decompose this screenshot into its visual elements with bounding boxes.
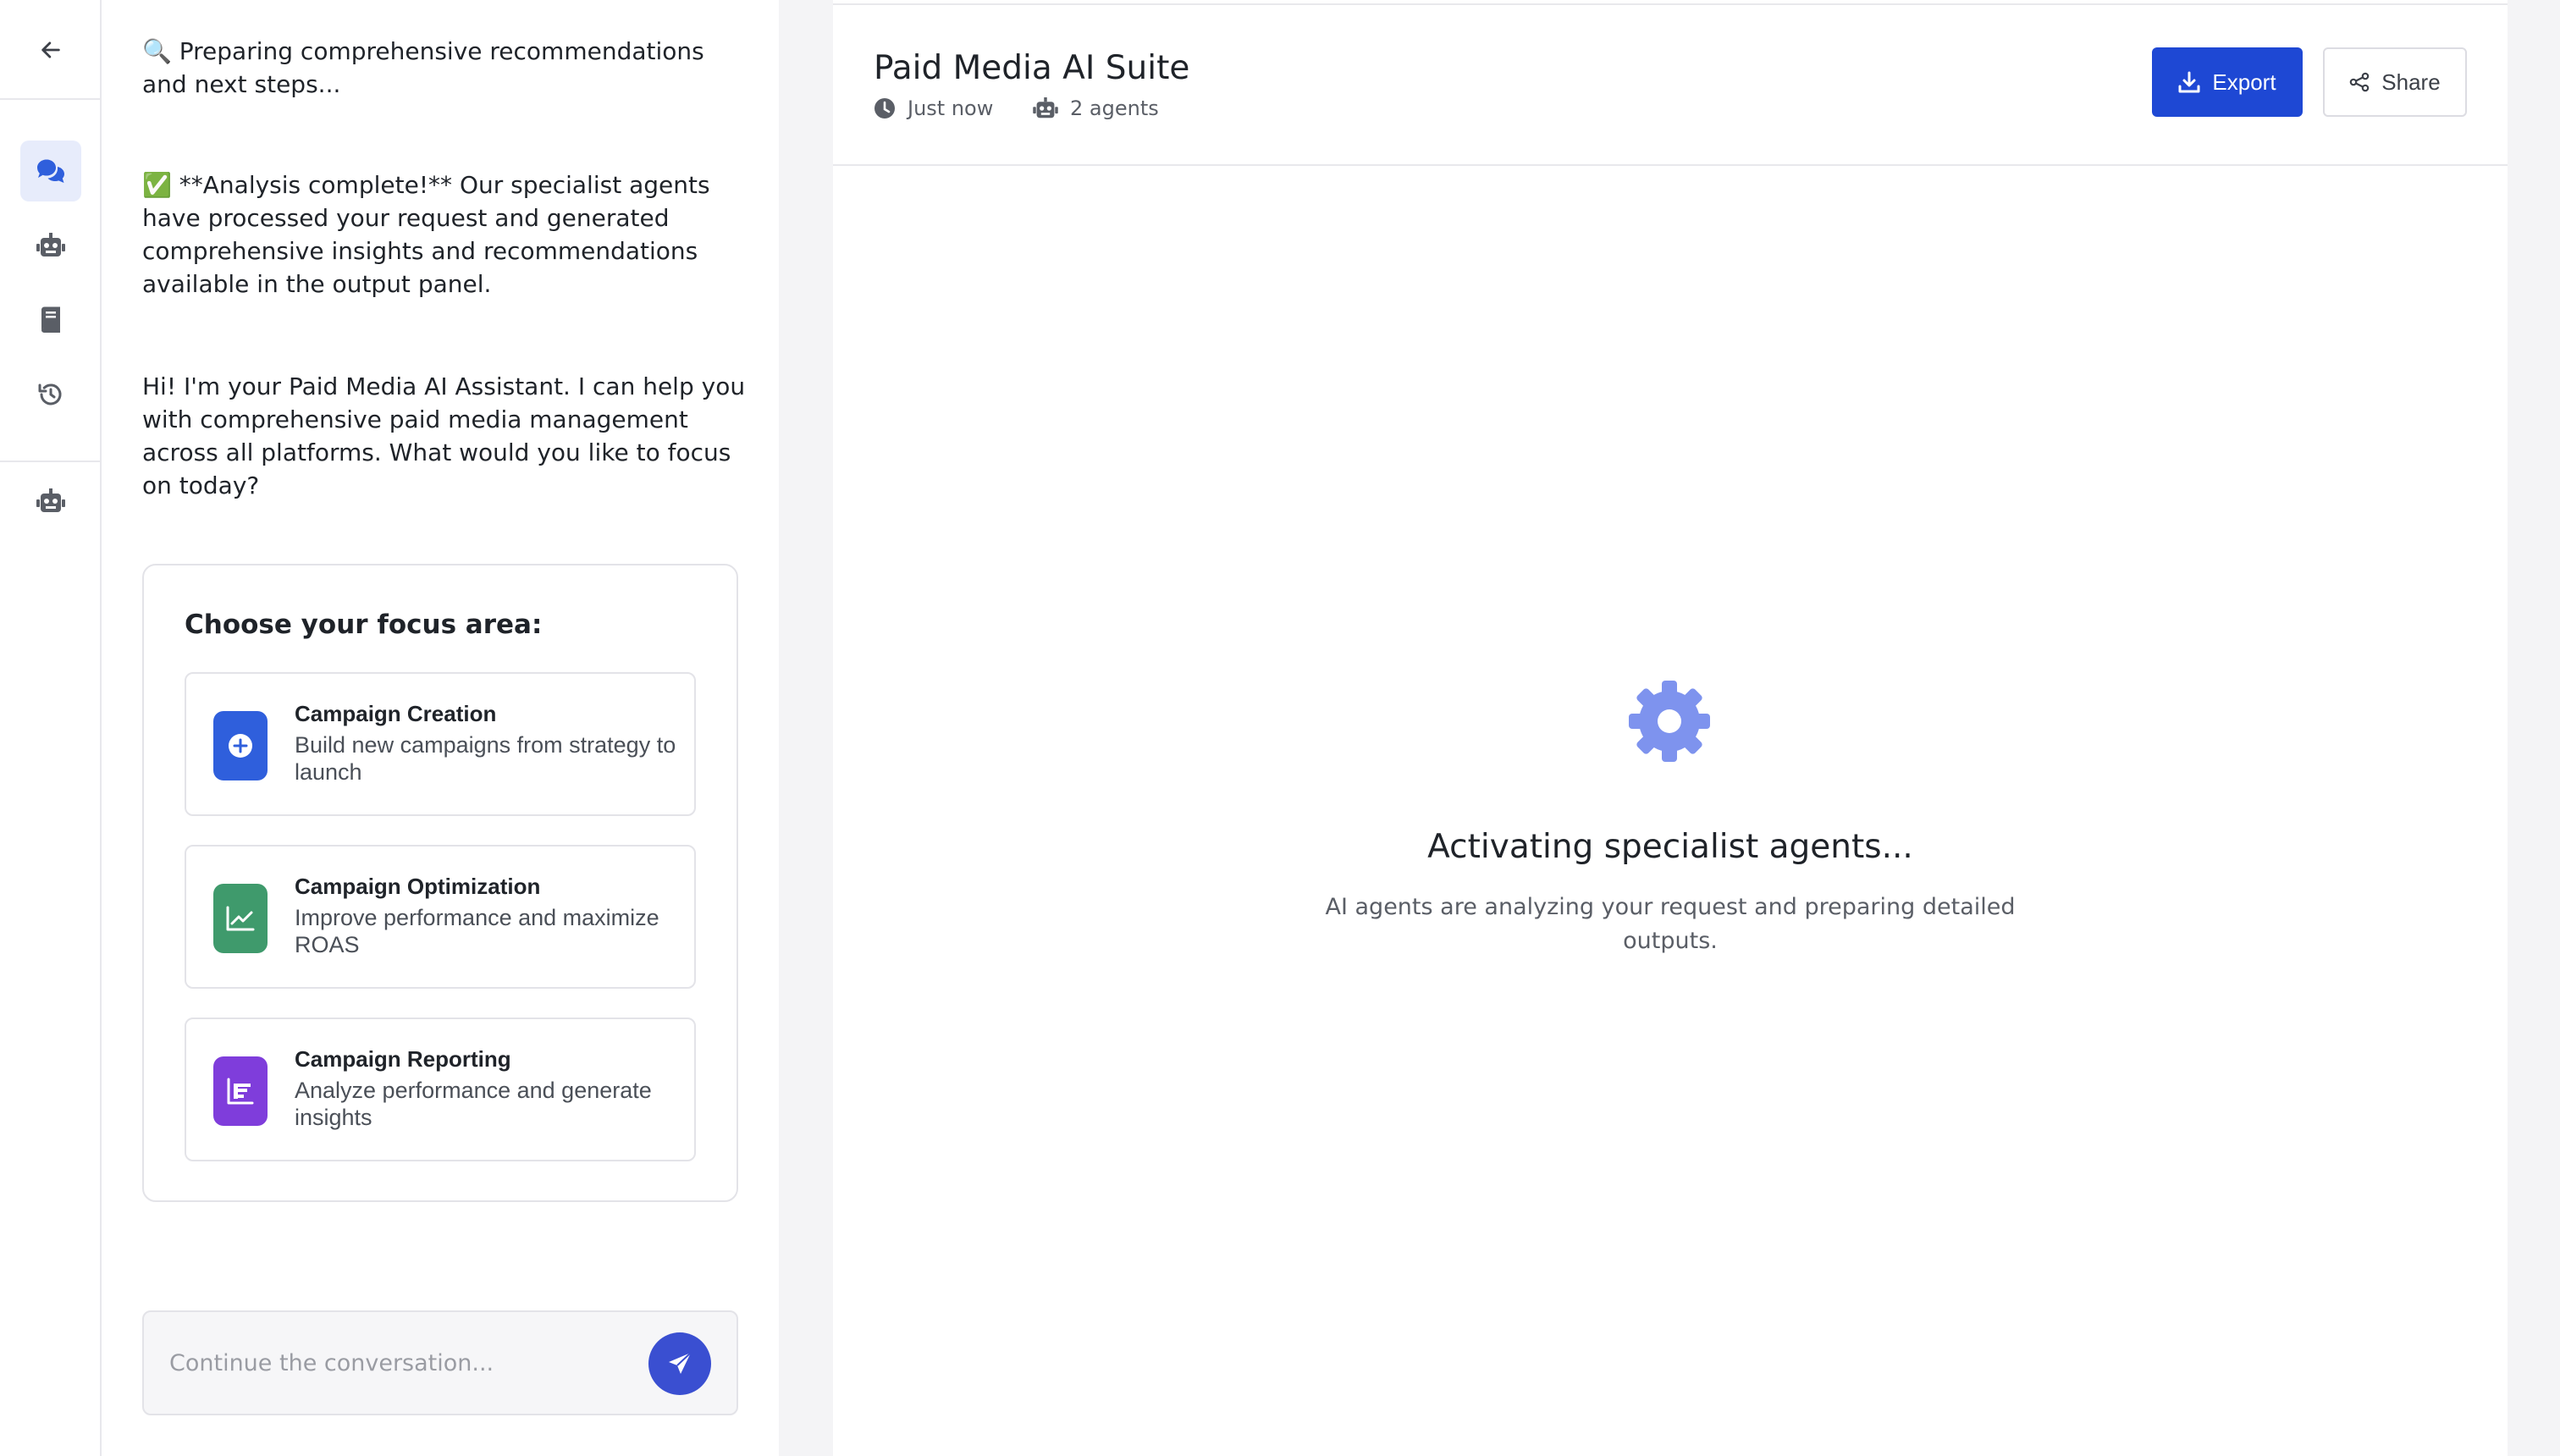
rail-divider (0, 461, 100, 462)
rail-header (0, 0, 100, 100)
message-composer (142, 1310, 738, 1415)
clock-icon (874, 98, 895, 119)
agent-count: 2 agents (1033, 97, 1159, 120)
back-button[interactable] (20, 19, 81, 80)
chat-icon (37, 159, 64, 183)
share-label: Share (2381, 69, 2441, 95)
option-campaign-reporting[interactable]: Campaign Reporting Analyze performance a… (185, 1018, 696, 1161)
plus-circle-icon (213, 711, 268, 780)
page-title: Paid Media AI Suite (874, 49, 1190, 87)
bar-chart-icon (213, 1056, 268, 1126)
send-icon (669, 1352, 692, 1374)
icon-rail (0, 0, 102, 1456)
download-icon (2178, 71, 2200, 93)
option-title: Campaign Optimization (295, 874, 541, 899)
robot-icon (36, 233, 65, 256)
history-icon (38, 383, 62, 405)
export-label: Export (2212, 69, 2276, 95)
rail-bot-button[interactable] (20, 471, 81, 532)
share-button[interactable]: Share (2323, 47, 2467, 117)
panel-gutter (779, 0, 833, 1456)
option-description: Analyze performance and generate insight… (295, 1078, 652, 1130)
share-icon (2349, 72, 2370, 92)
send-button[interactable] (648, 1332, 711, 1395)
rail-chat-button[interactable] (20, 141, 81, 201)
agent-count-text: 2 agents (1070, 97, 1159, 120)
chat-message: Hi! I'm your Paid Media AI Assistant. I … (142, 372, 746, 499)
focus-area-title: Choose your focus area: (185, 609, 543, 640)
book-icon (41, 306, 60, 333)
chat-panel: 🔍 Preparing comprehensive recommendation… (102, 0, 779, 1456)
back-icon (41, 41, 60, 58)
focus-area-card: Choose your focus area: Campaign Creatio… (142, 564, 738, 1202)
option-description: Improve performance and maximize ROAS (295, 905, 659, 957)
output-header: Paid Media AI Suite Just now 2 agents Ex… (833, 5, 2508, 166)
rail-agents-button[interactable] (20, 215, 81, 276)
robot-icon (1033, 97, 1058, 119)
rail-history-button[interactable] (20, 364, 81, 425)
status-title: Activating specialist agents... (1427, 828, 1913, 866)
option-title: Campaign Reporting (295, 1046, 511, 1072)
timestamp-text: Just now (908, 97, 994, 120)
message-input[interactable] (169, 1337, 643, 1388)
chat-message: ✅ **Analysis complete!** Our specialist … (142, 171, 710, 298)
option-title: Campaign Creation (295, 701, 497, 726)
chat-message: 🔍 Preparing comprehensive recommendation… (142, 37, 704, 98)
robot-icon (36, 488, 65, 512)
output-panel: Paid Media AI Suite Just now 2 agents Ex… (833, 3, 2508, 1456)
export-button[interactable]: Export (2152, 47, 2303, 117)
right-gutter (2508, 0, 2560, 1456)
option-description: Build new campaigns from strategy to lau… (295, 732, 676, 785)
rail-library-button[interactable] (20, 290, 81, 350)
option-campaign-optimization[interactable]: Campaign Optimization Improve performanc… (185, 845, 696, 989)
timestamp: Just now (874, 97, 993, 120)
option-campaign-creation[interactable]: Campaign Creation Build new campaigns fr… (185, 672, 696, 816)
trend-chart-icon (213, 884, 268, 953)
gear-icon (1627, 679, 1712, 767)
status-description: AI agents are analyzing your request and… (1325, 894, 2016, 954)
